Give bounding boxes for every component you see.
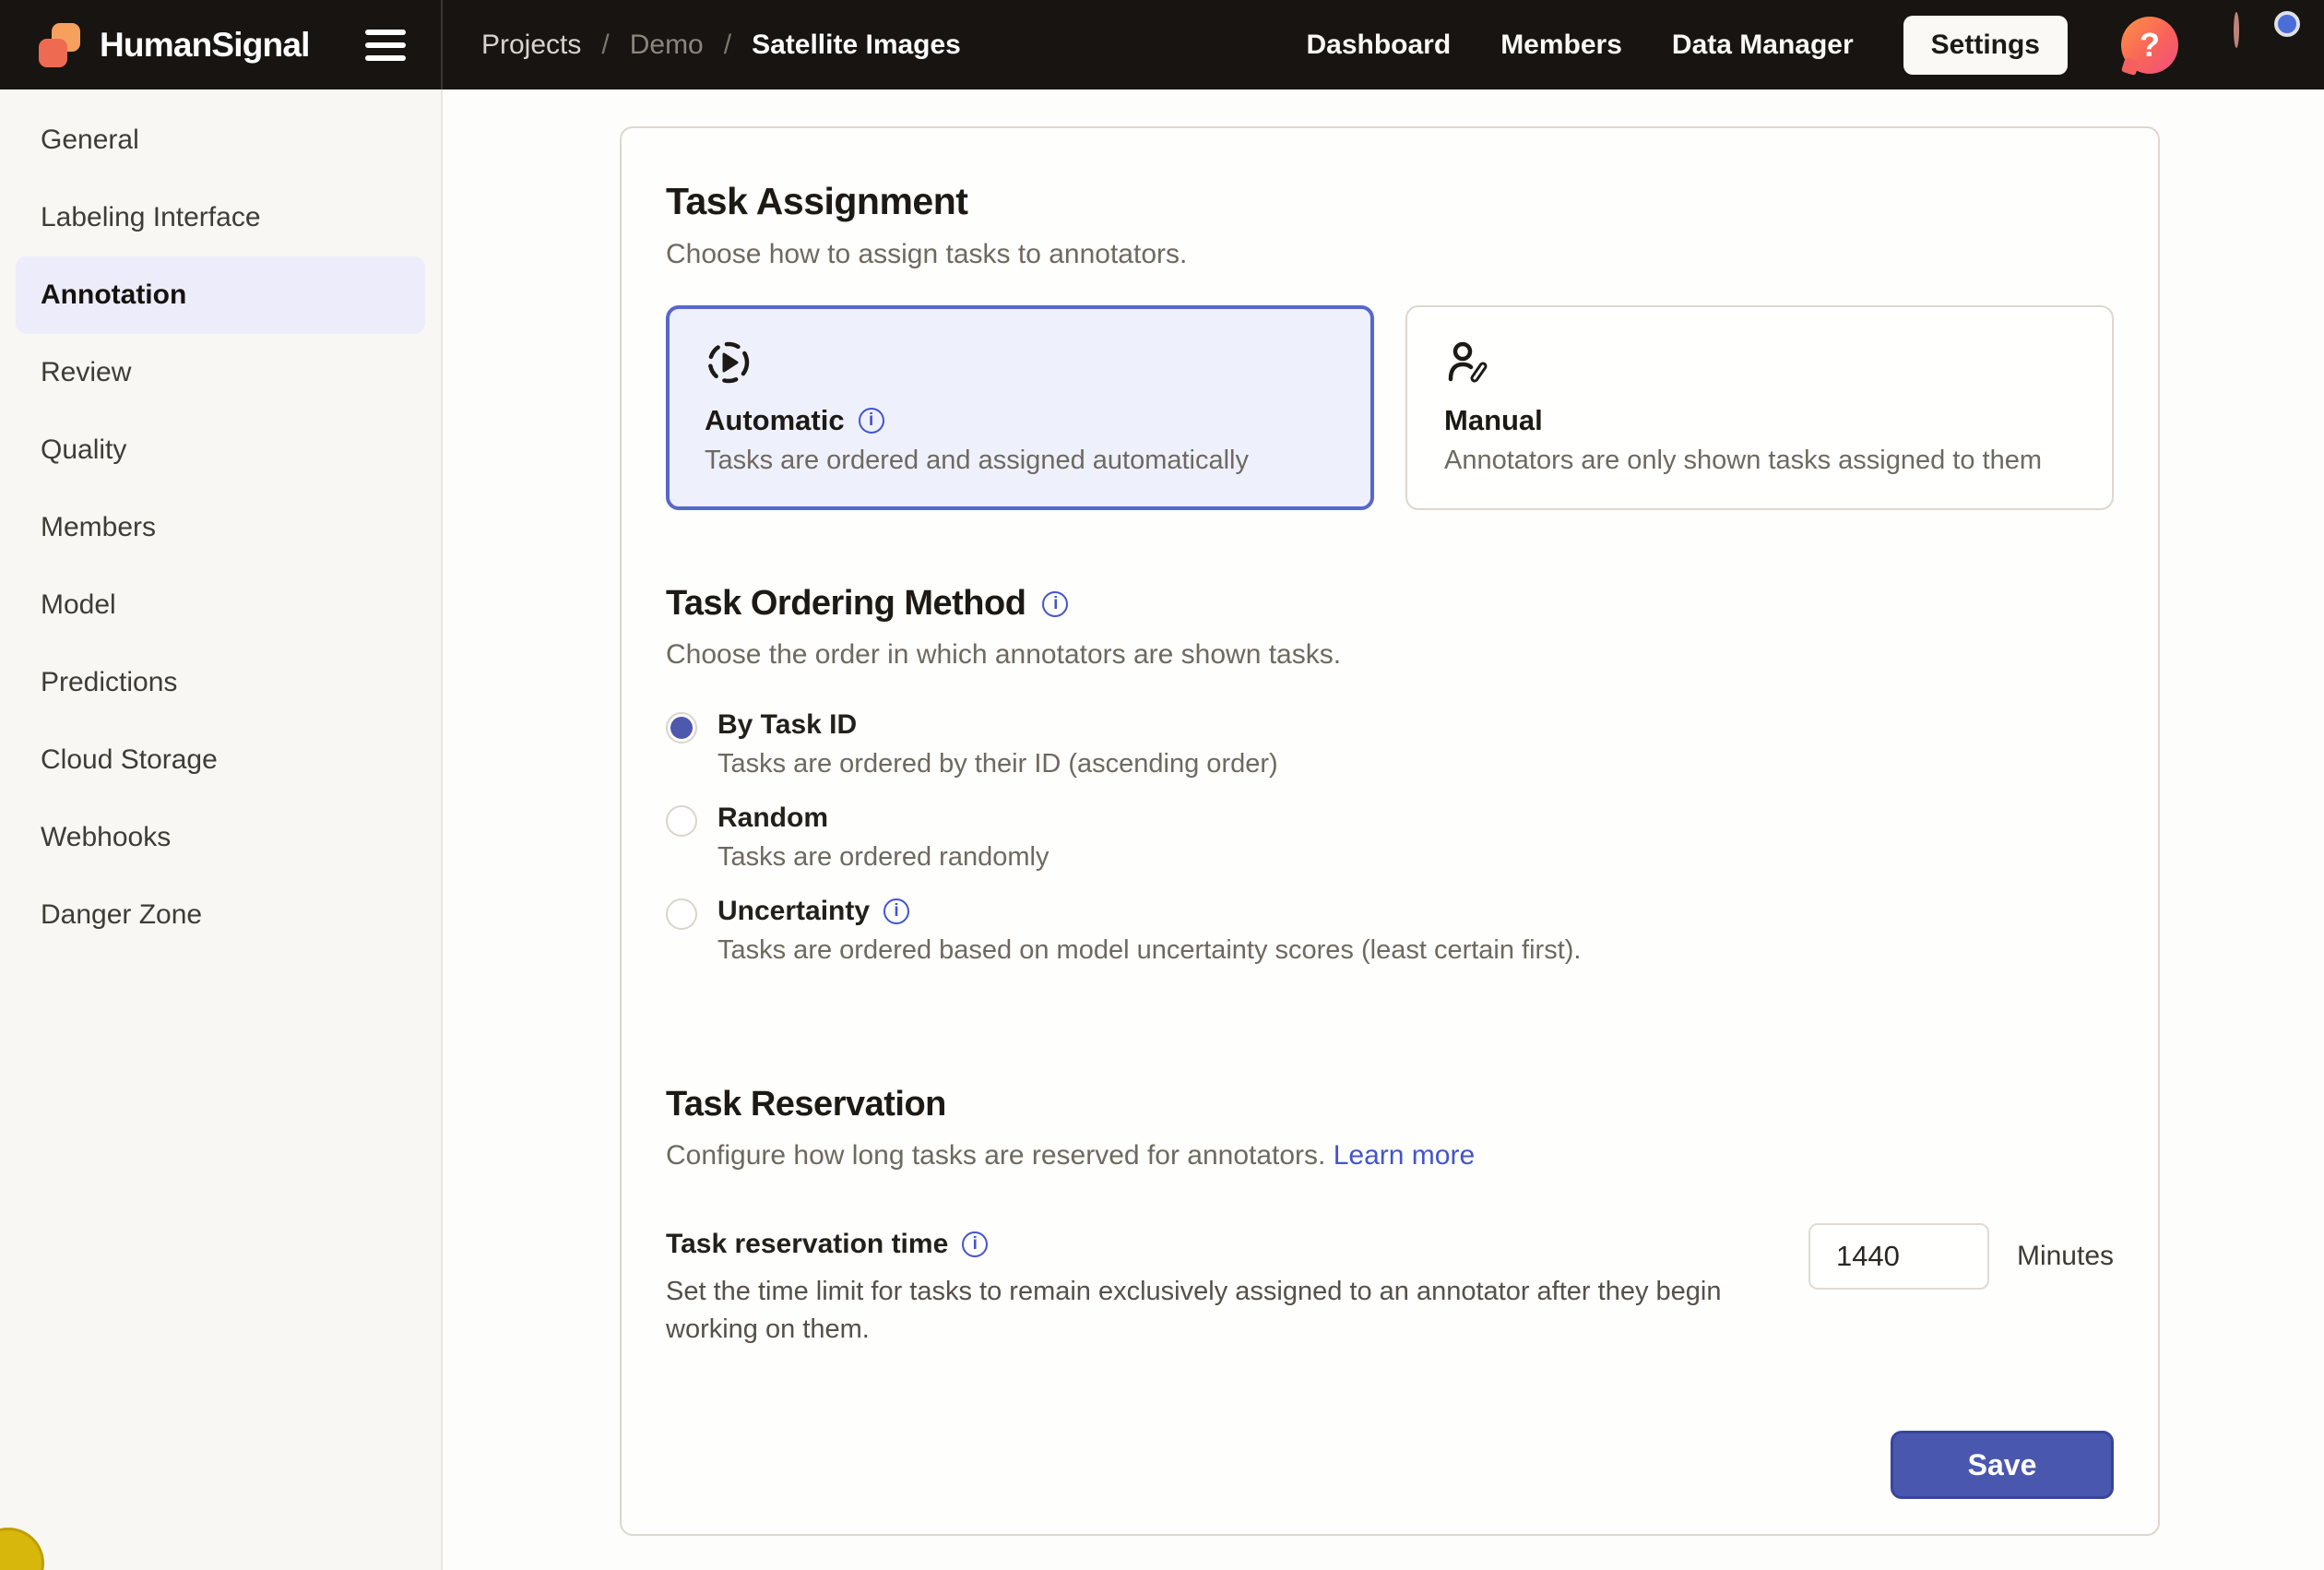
- nav-settings-active[interactable]: Settings: [1903, 16, 2068, 75]
- breadcrumb: Projects / Demo / Satellite Images: [481, 0, 961, 89]
- radio-option-random[interactable]: Random Tasks are ordered randomly: [666, 803, 2114, 873]
- random-label: Random: [717, 803, 828, 834]
- sidebar-item-labeling-interface[interactable]: Labeling Interface: [16, 179, 425, 256]
- nav-dashboard[interactable]: Dashboard: [1306, 30, 1451, 61]
- reservation-time-label: Task reservation time: [666, 1229, 948, 1260]
- task-reservation-description: Configure how long tasks are reserved fo…: [666, 1140, 2114, 1172]
- info-icon[interactable]: i: [859, 408, 884, 434]
- assignment-option-manual[interactable]: Manual Annotators are only shown tasks a…: [1405, 305, 2114, 510]
- sidebar-item-review[interactable]: Review: [16, 334, 425, 411]
- uncertainty-description: Tasks are ordered based on model uncerta…: [717, 935, 1581, 966]
- nav-data-manager[interactable]: Data Manager: [1672, 30, 1854, 61]
- notification-badge: [2274, 11, 2300, 37]
- task-assignment-description: Choose how to assign tasks to annotators…: [666, 239, 2114, 270]
- task-reservation-title: Task Reservation: [666, 1085, 946, 1124]
- sidebar-item-cloud-storage[interactable]: Cloud Storage: [16, 721, 425, 799]
- automatic-description: Tasks are ordered and assigned automatic…: [705, 446, 1335, 476]
- top-bar-brand-section: HumanSignal: [0, 0, 443, 89]
- assignment-option-automatic[interactable]: Automatic i Tasks are ordered and assign…: [666, 305, 1374, 510]
- save-button[interactable]: Save: [1891, 1431, 2114, 1499]
- sidebar-item-predictions[interactable]: Predictions: [16, 644, 425, 721]
- by-task-id-description: Tasks are ordered by their ID (ascending…: [717, 749, 1278, 779]
- sidebar-item-model[interactable]: Model: [16, 566, 425, 644]
- radio-option-by-task-id[interactable]: By Task ID Tasks are ordered by their ID…: [666, 709, 2114, 779]
- top-nav: Dashboard Members Data Manager Settings …: [1306, 0, 2324, 89]
- brand-name: HumanSignal: [100, 26, 310, 65]
- person-edit-icon: [1444, 339, 1492, 387]
- logo-square-coral: [39, 39, 67, 67]
- sidebar-item-danger-zone[interactable]: Danger Zone: [16, 876, 425, 954]
- learn-more-link[interactable]: Learn more: [1334, 1140, 1475, 1171]
- humansignal-logo-icon: [39, 22, 85, 68]
- auto-play-icon: [705, 339, 753, 387]
- radio-button[interactable]: [666, 805, 697, 837]
- manual-description: Annotators are only shown tasks assigned…: [1444, 446, 2075, 476]
- random-description: Tasks are ordered randomly: [717, 842, 1049, 873]
- brand[interactable]: HumanSignal: [39, 22, 310, 68]
- breadcrumb-separator: /: [724, 30, 731, 61]
- sidebar-item-annotation[interactable]: Annotation: [16, 256, 425, 334]
- user-avatar-wrap: [2234, 15, 2294, 76]
- reservation-minutes-input[interactable]: [1808, 1223, 1989, 1290]
- task-ordering-description: Choose the order in which annotators are…: [666, 639, 2114, 671]
- radio-option-uncertainty[interactable]: Uncertainty i Tasks are ordered based on…: [666, 896, 2114, 966]
- task-assignment-title: Task Assignment: [666, 180, 2114, 223]
- minutes-unit-label: Minutes: [2017, 1241, 2114, 1272]
- annotation-settings-panel: Task Assignment Choose how to assign tas…: [620, 126, 2160, 1536]
- breadcrumb-separator: /: [601, 30, 609, 61]
- breadcrumb-projects[interactable]: Projects: [481, 30, 581, 61]
- avatar[interactable]: [2234, 12, 2239, 48]
- sidebar-item-webhooks[interactable]: Webhooks: [16, 799, 425, 876]
- info-icon[interactable]: i: [962, 1231, 988, 1257]
- by-task-id-label: By Task ID: [717, 709, 857, 741]
- task-reservation-heading: Task Reservation: [666, 1085, 2114, 1124]
- reservation-time-description: Set the time limit for tasks to remain e…: [666, 1273, 1763, 1348]
- sidebar-item-members[interactable]: Members: [16, 489, 425, 566]
- app-window: HumanSignal Projects / Demo / Satellite …: [0, 0, 2324, 1570]
- task-reservation-field-row: Task reservation time i Set the time lim…: [666, 1229, 2114, 1348]
- nav-members[interactable]: Members: [1500, 30, 1622, 61]
- radio-button[interactable]: [666, 898, 697, 930]
- sidebar-item-quality[interactable]: Quality: [16, 411, 425, 489]
- manual-label: Manual: [1444, 404, 1543, 437]
- assignment-options: Automatic i Tasks are ordered and assign…: [666, 305, 2114, 510]
- uncertainty-label: Uncertainty: [717, 896, 870, 927]
- settings-sidebar: General Labeling Interface Annotation Re…: [0, 89, 443, 1570]
- top-bar: HumanSignal Projects / Demo / Satellite …: [0, 0, 2324, 89]
- info-icon[interactable]: i: [1042, 591, 1068, 617]
- automatic-label: Automatic: [705, 404, 845, 437]
- radio-button-checked[interactable]: [666, 712, 697, 743]
- task-ordering-heading: Task Ordering Method i: [666, 584, 2114, 624]
- breadcrumb-current-page: Satellite Images: [752, 30, 961, 61]
- save-row: Save: [666, 1431, 2114, 1499]
- sidebar-item-general[interactable]: General: [16, 101, 425, 179]
- task-ordering-title: Task Ordering Method: [666, 584, 1026, 624]
- task-ordering-options: By Task ID Tasks are ordered by their ID…: [666, 709, 2114, 989]
- chat-widget-button[interactable]: [0, 1528, 44, 1570]
- menu-icon[interactable]: [365, 30, 406, 61]
- breadcrumb-project-name[interactable]: Demo: [630, 30, 704, 61]
- help-icon[interactable]: ?: [2121, 17, 2178, 74]
- info-icon[interactable]: i: [883, 898, 909, 924]
